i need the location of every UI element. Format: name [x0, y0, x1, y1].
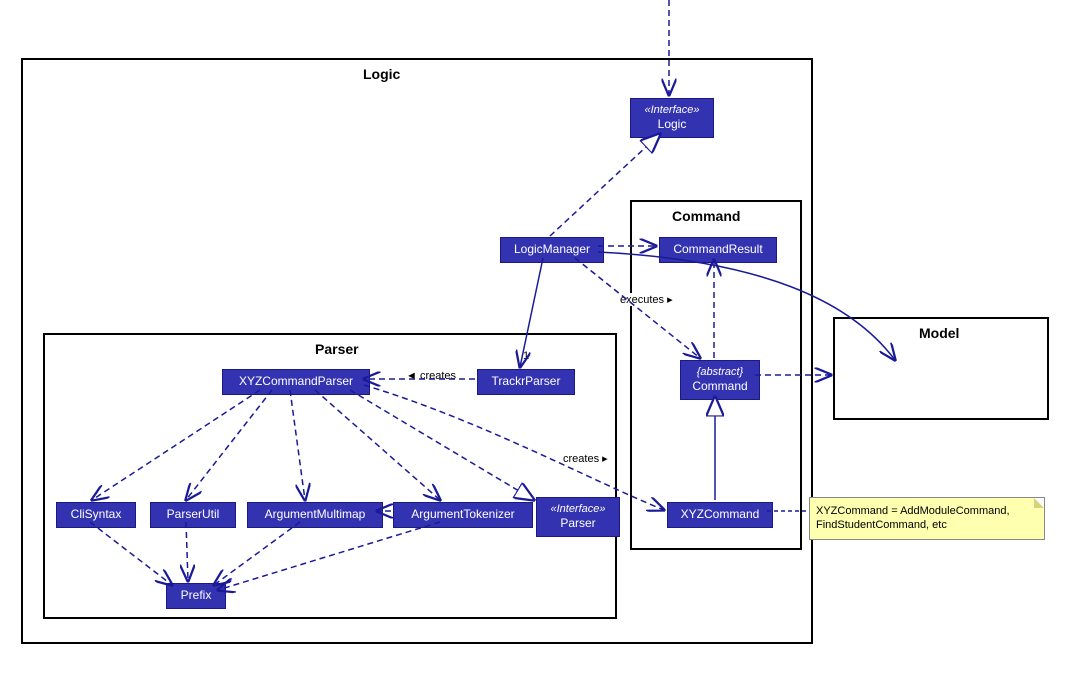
- pkg-logic-title: Logic: [363, 66, 400, 82]
- uml-diagram: Logic Parser Command Model «Interface» L…: [0, 0, 1081, 675]
- class-xyz-command: XYZCommand: [667, 502, 773, 528]
- class-argument-tokenizer: ArgumentTokenizer: [393, 502, 533, 528]
- class-trackr-parser: TrackrParser: [477, 369, 575, 395]
- pkg-parser-title: Parser: [315, 341, 359, 357]
- note-xyz-command: XYZCommand = AddModuleCommand, FindStude…: [809, 497, 1045, 540]
- class-argument-multimap: ArgumentMultimap: [247, 502, 383, 528]
- label-creates-1: ◄ creates: [404, 370, 458, 382]
- class-parser-interface: «Interface» Parser: [536, 497, 620, 537]
- class-command-result: CommandResult: [659, 237, 777, 263]
- label-multiplicity-one: 1: [521, 350, 531, 362]
- pkg-command-title: Command: [672, 208, 740, 224]
- label-creates-2: creates ▸: [561, 452, 610, 465]
- pkg-model: Model: [833, 317, 1049, 420]
- class-logic-interface: «Interface» Logic: [630, 98, 714, 138]
- class-logic-manager: LogicManager: [500, 237, 604, 263]
- label-executes: executes ▸: [618, 293, 675, 306]
- class-prefix: Prefix: [166, 583, 226, 609]
- class-command-abstract: {abstract} Command: [680, 360, 760, 400]
- class-parser-util: ParserUtil: [150, 502, 236, 528]
- class-cli-syntax: CliSyntax: [56, 502, 136, 528]
- pkg-model-title: Model: [919, 325, 959, 341]
- class-xyz-command-parser: XYZCommandParser: [222, 369, 370, 395]
